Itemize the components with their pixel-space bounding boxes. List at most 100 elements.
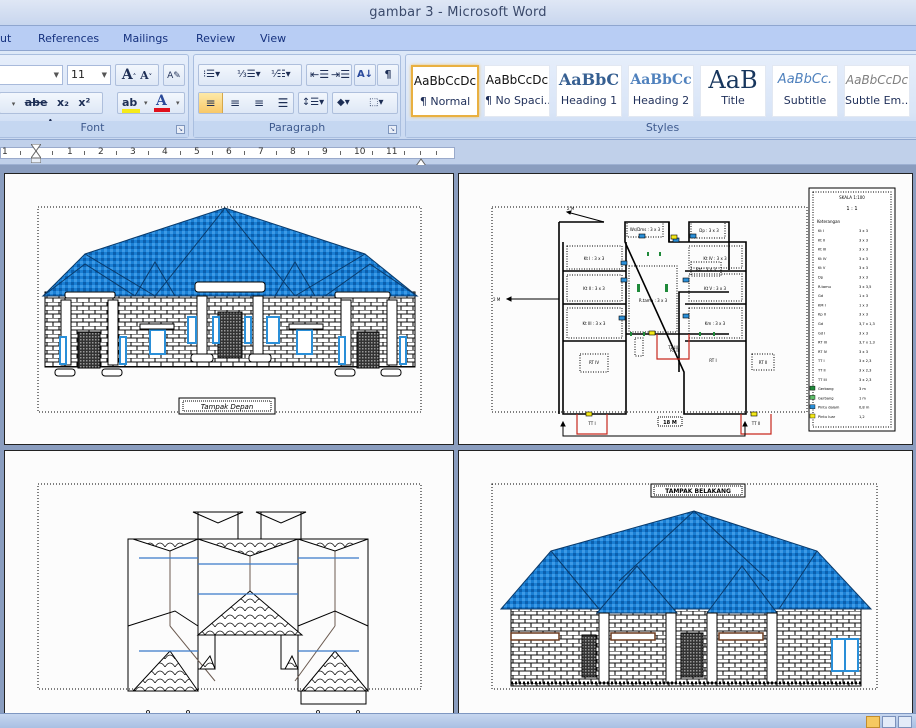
legend-value: 3 x 2,3 (859, 369, 871, 373)
superscript-button[interactable]: x² (78, 96, 90, 109)
style-title[interactable]: AaB Title (700, 65, 766, 117)
print-layout-view-button[interactable] (866, 716, 880, 728)
title-bar: gambar 3 - Microsoft Word (0, 0, 916, 26)
multilevel-list-button[interactable]: ⅟☷▾ (271, 65, 291, 85)
paragraph-group-label: Paragraph (194, 121, 400, 137)
door (77, 331, 101, 369)
ruler-number: 2 (98, 147, 104, 157)
legend-value: 3,7 x 1,3 (859, 341, 875, 345)
font-size-combo[interactable]: 11 ▼ (67, 65, 111, 85)
right-indent-marker[interactable] (415, 151, 427, 167)
ruler-number: 3 (130, 147, 136, 157)
borders-button[interactable]: ⬚▾ (369, 93, 383, 113)
sort-button[interactable]: A↓ (354, 64, 376, 86)
indent-marker[interactable] (30, 143, 42, 164)
legend-key: Pintu luar (818, 415, 836, 419)
legend-value: 3 m (859, 387, 866, 391)
ruler-tick (84, 151, 85, 155)
grow-font-button[interactable]: A (122, 67, 133, 83)
room-label: Kt III : 3 x 3 (583, 321, 606, 326)
tab-mailings[interactable]: Mailings (123, 32, 168, 45)
strikethrough-button[interactable]: abe (25, 96, 48, 109)
chevron-down-icon: ▼ (53, 71, 59, 79)
highlight-color-bar (122, 109, 140, 113)
web-layout-view-button[interactable] (898, 716, 912, 728)
ruler-number: 10 (354, 147, 366, 157)
chevron-down-icon[interactable]: ▾ (144, 93, 148, 113)
style-heading-1[interactable]: AaBbC Heading 1 (556, 65, 622, 117)
chevron-down-icon[interactable]: ▾ (176, 93, 180, 113)
highlight-label: ab (122, 96, 138, 109)
legend-value: 3 x 3 (859, 257, 868, 261)
legend-value: 3 x 2,3 (859, 378, 871, 382)
roof-plan-drawing (37, 483, 422, 713)
show-formatting-marks-button[interactable]: ¶ (377, 64, 399, 86)
style-normal[interactable]: AaBbCcDc ¶ Normal (411, 65, 479, 117)
align-left-button[interactable]: ≡ (199, 93, 223, 113)
legend-key: Gd (818, 322, 823, 326)
clear-formatting-button[interactable]: A✎ (163, 64, 185, 86)
legend-key: TT III (817, 378, 827, 382)
page-front-elevation: Tampak Depan (4, 173, 454, 445)
legend-swatch (809, 395, 816, 400)
room-label: Ws/Dms : 3 x 3 (630, 227, 661, 232)
decrease-indent-button[interactable]: ⇤☰ (310, 65, 329, 85)
ruler-tick (116, 151, 117, 155)
paragraph-dialog-launcher[interactable]: ↘ (388, 125, 397, 134)
tab-view[interactable]: View (260, 32, 286, 45)
legend-box: SKALA 1:100 1 : 1 Keterangan Kt I 3 x 3 Kt… (808, 187, 896, 432)
bullets-button[interactable]: ⁝☰▾ (203, 65, 220, 85)
ruler-tick (148, 151, 149, 155)
style-heading-2[interactable]: AaBbCc Heading 2 (628, 65, 694, 117)
room-label: Kt IV : 3 x 3 (703, 256, 727, 261)
highlight-button[interactable]: ab (122, 93, 140, 113)
legend-swatch (809, 385, 816, 391)
room-label: Dp : 3 x 3 (699, 228, 719, 233)
subscript-button[interactable]: x₂ (57, 96, 69, 109)
horizontal-ruler[interactable]: 1 1 2 3 4 5 6 7 8 9 10 11 (0, 140, 916, 167)
font-dialog-launcher[interactable]: ↘ (176, 125, 185, 134)
list-buttons: ⁝☰▾ ⅓☰▾ ⅟☷▾ (198, 64, 302, 86)
font-name-combo[interactable]: ▼ (0, 65, 63, 85)
increase-indent-button[interactable]: ⇥☰ (331, 65, 350, 85)
font-color-bar (154, 108, 170, 112)
tab-page-layout[interactable]: ut (0, 32, 11, 45)
align-right-button[interactable]: ≡ (247, 93, 271, 113)
rear-elevation-caption: TAMPAK BELAKANG (665, 488, 731, 495)
font-color-button[interactable]: A (154, 91, 170, 112)
justify-button[interactable]: ☰ (271, 93, 295, 113)
style-sample: AaBbCc (630, 72, 692, 88)
tab-references[interactable]: References (38, 32, 99, 45)
status-bar (0, 713, 916, 728)
front-elevation-drawing: Tampak Depan (37, 206, 422, 415)
shading-button[interactable]: ◆▾ (337, 93, 350, 113)
outer-doors (585, 234, 758, 417)
style-no-spacing[interactable]: AaBbCcDc ¶ No Spaci... (484, 65, 550, 117)
legend-key: Kp II (818, 313, 826, 317)
shrink-font-button[interactable]: A (140, 69, 149, 82)
numbering-button[interactable]: ⅓☰▾ (237, 65, 261, 85)
tab-review[interactable]: Review (196, 32, 235, 45)
legend-value: 3 x 3 (859, 248, 868, 252)
font-group: ▼ 11 ▼ A˄ A˅ A✎ ▾ abe x₂ x² Aa ab ▾ A ▾ F… (0, 54, 189, 138)
style-sample: AaBbCcDc (845, 73, 909, 87)
full-screen-reading-view-button[interactable] (882, 716, 896, 728)
style-subtitle[interactable]: AaBbCc. Subtitle (772, 65, 838, 117)
ruler-number: 1 (67, 147, 73, 157)
line-spacing-button[interactable]: ↕☰▾ (298, 92, 328, 114)
style-subtle-emphasis[interactable]: AaBbCcDc Subtle Em... (844, 65, 910, 117)
align-center-button[interactable]: ≡ (223, 93, 247, 113)
legend-value: 1,2 (859, 415, 865, 419)
legend-value: 1 x 3 (859, 303, 868, 307)
font-size-value: 11 (71, 68, 85, 81)
ruler-tick (212, 151, 213, 155)
font-color-label: A (156, 93, 167, 109)
ruler-tick (404, 151, 405, 155)
style-name: ¶ Normal (419, 95, 471, 108)
legend-swatch (809, 404, 816, 409)
legend-key: TT II (817, 369, 826, 373)
ruler-tick (20, 151, 21, 155)
ruler-number: 5 (194, 147, 200, 157)
ruler-tick (340, 151, 341, 155)
style-sample: AaBbCcDc (413, 74, 477, 88)
